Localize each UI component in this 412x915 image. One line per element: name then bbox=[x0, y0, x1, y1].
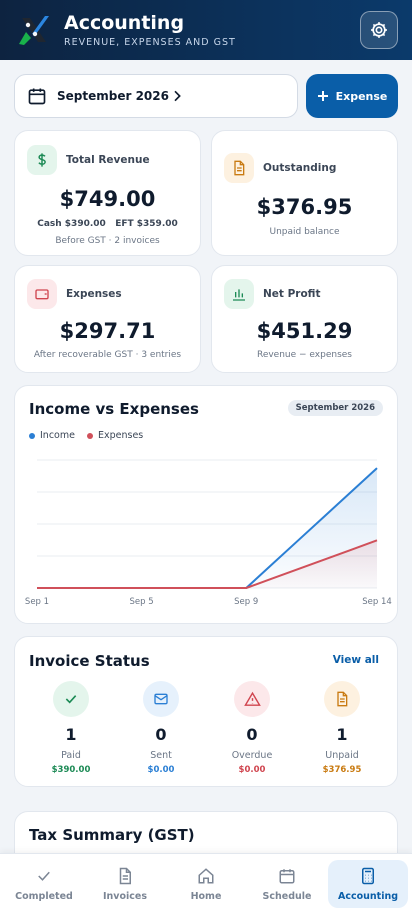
income-expenses-card: Income vs Expenses September 2026 Income… bbox=[14, 385, 398, 624]
nav-item-completed[interactable]: Completed bbox=[4, 860, 84, 908]
invoice-status-count: 1 bbox=[336, 725, 348, 744]
view-all-link[interactable]: View all bbox=[333, 654, 379, 666]
invoice-status-unpaid[interactable]: 1 Unpaid $376.95 bbox=[307, 681, 377, 775]
invoice-status-label: Unpaid bbox=[325, 750, 359, 761]
nav-item-invoices[interactable]: Invoices bbox=[85, 860, 165, 908]
invoice-status-count: 1 bbox=[65, 725, 77, 744]
page-subtitle: REVENUE, EXPENSES AND GST bbox=[64, 37, 236, 48]
outstanding-card[interactable]: Outstanding $376.95 Unpaid balance bbox=[211, 130, 398, 256]
month-selector[interactable]: September 2026 bbox=[14, 74, 298, 118]
outstanding-label: Outstanding bbox=[263, 162, 337, 174]
total-revenue-card[interactable]: Total Revenue $749.00 Cash $390.00 EFT $… bbox=[14, 130, 201, 256]
document-icon bbox=[116, 867, 134, 885]
invoice-status-overdue[interactable]: 0 Overdue $0.00 bbox=[217, 681, 287, 775]
revenue-label: Total Revenue bbox=[66, 154, 150, 166]
invoice-status-sent[interactable]: 0 Sent $0.00 bbox=[126, 681, 196, 775]
expenses-sub: After recoverable GST · 3 entries bbox=[33, 350, 182, 360]
nav-item-label: Home bbox=[190, 890, 222, 902]
invoice-status-card: Invoice Status View all 1 Paid $390.00 0 Sen… bbox=[14, 636, 398, 787]
income-expenses-chart bbox=[37, 459, 378, 589]
nav-item-label: Schedule bbox=[262, 890, 312, 902]
check-icon bbox=[35, 867, 53, 885]
document-icon bbox=[324, 681, 360, 717]
revenue-eft: EFT $359.00 bbox=[115, 219, 178, 229]
invoice-status-paid[interactable]: 1 Paid $390.00 bbox=[36, 681, 106, 775]
app-logo-icon bbox=[19, 16, 49, 45]
plus-icon bbox=[317, 91, 328, 101]
invoice-status-amount: $0.00 bbox=[147, 765, 175, 775]
chevron-right-icon[interactable] bbox=[169, 88, 185, 104]
nav-item-label: Completed bbox=[15, 890, 73, 902]
invoice-status-label: Paid bbox=[61, 750, 81, 761]
nav-item-accounting[interactable]: Accounting bbox=[328, 860, 408, 908]
invoice-status-label: Sent bbox=[150, 750, 172, 761]
check-icon bbox=[53, 681, 89, 717]
invoice-status-label: Overdue bbox=[231, 750, 273, 761]
app-header: Accounting REVENUE, EXPENSES AND GST bbox=[0, 0, 412, 60]
net-profit-card[interactable]: Net Profit $451.29 Revenue − expenses bbox=[211, 265, 398, 373]
nav-item-home[interactable]: Home bbox=[166, 860, 246, 908]
add-expense-label: Expense bbox=[335, 89, 388, 103]
profit-label: Net Profit bbox=[263, 288, 321, 300]
mail-icon bbox=[143, 681, 179, 717]
bottom-navigation: Completed Invoices Home Schedule Accounting bbox=[0, 853, 412, 915]
tax-summary-title: Tax Summary (GST) bbox=[29, 826, 195, 844]
x-tick-label: Sep 9 bbox=[234, 597, 259, 607]
dollar-icon bbox=[27, 145, 57, 175]
month-label: September 2026 bbox=[57, 89, 169, 103]
revenue-value: $749.00 bbox=[59, 187, 156, 211]
nav-item-schedule[interactable]: Schedule bbox=[247, 860, 327, 908]
settings-button[interactable] bbox=[360, 11, 398, 49]
gear-icon bbox=[371, 22, 387, 38]
revenue-sub: Before GST · 2 invoices bbox=[55, 236, 160, 246]
outstanding-sub: Unpaid balance bbox=[269, 227, 340, 237]
document-icon bbox=[224, 153, 254, 183]
nav-item-label: Invoices bbox=[102, 890, 147, 902]
add-expense-button[interactable]: Expense bbox=[306, 74, 398, 118]
warning-icon bbox=[234, 681, 270, 717]
x-tick-label: Sep 5 bbox=[129, 597, 154, 607]
invoice-status-amount: $390.00 bbox=[51, 765, 91, 775]
expenses-value: $297.71 bbox=[59, 319, 156, 343]
page-title: Accounting bbox=[64, 12, 185, 34]
x-tick-label: Sep 1 bbox=[24, 597, 50, 607]
calculator-icon bbox=[359, 867, 377, 885]
calendar-icon bbox=[278, 867, 296, 885]
x-tick-label: Sep 14 bbox=[362, 597, 392, 607]
profit-value: $451.29 bbox=[256, 319, 353, 343]
revenue-cash: Cash $390.00 bbox=[37, 219, 106, 229]
home-icon bbox=[197, 867, 215, 885]
outstanding-value: $376.95 bbox=[256, 195, 353, 219]
invoice-status-count: 0 bbox=[246, 725, 258, 744]
expenses-label: Expenses bbox=[66, 288, 122, 300]
profit-sub: Revenue − expenses bbox=[256, 350, 353, 360]
wallet-icon bbox=[27, 279, 57, 309]
bar-chart-icon bbox=[224, 279, 254, 309]
calendar-icon bbox=[28, 88, 46, 105]
invoice-status-amount: $0.00 bbox=[238, 765, 266, 775]
nav-item-label: Accounting bbox=[337, 890, 399, 902]
expenses-card[interactable]: Expenses $297.71 After recoverable GST ·… bbox=[14, 265, 201, 373]
invoice-status-count: 0 bbox=[155, 725, 167, 744]
invoice-status-amount: $376.95 bbox=[322, 765, 362, 775]
invoice-status-title: Invoice Status bbox=[29, 652, 150, 670]
